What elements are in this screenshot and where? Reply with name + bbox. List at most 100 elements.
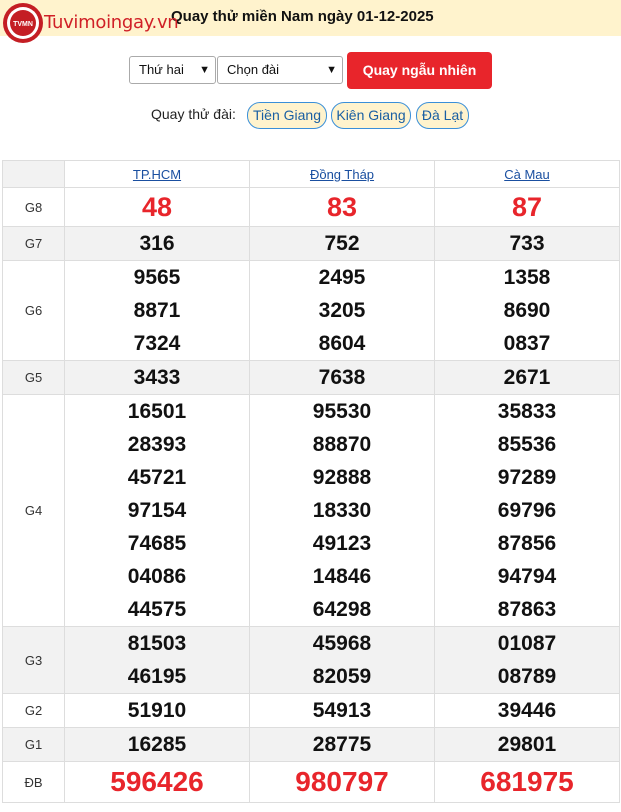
- prize-number: 1358: [503, 266, 551, 289]
- prize-number: 18330: [312, 499, 372, 522]
- prize-number: 28393: [127, 433, 187, 456]
- prize-label: G7: [2, 226, 65, 261]
- station-link[interactable]: TP.HCM: [133, 167, 181, 182]
- prize-cell: 733: [434, 226, 620, 261]
- prize-number: 2671: [503, 366, 551, 389]
- random-spin-button[interactable]: Quay ngẫu nhiên: [347, 52, 492, 89]
- prize-number: 44575: [127, 598, 187, 621]
- prize-cell: 681975: [434, 761, 620, 803]
- prize-number: 8604: [318, 332, 366, 355]
- day-select[interactable]: Thứ hai ▼: [129, 56, 216, 84]
- chevron-down-icon: ▼: [326, 64, 337, 76]
- table-row: G1 16285 28775 29801: [2, 727, 620, 762]
- quick-station-label: Quay thử đài:: [151, 106, 236, 122]
- prize-label: G2: [2, 693, 65, 728]
- prize-number: 64298: [312, 598, 372, 621]
- prize-number: 9565: [133, 266, 181, 289]
- prize-label: G6: [2, 260, 65, 361]
- table-row: G3 81503 46195 45968 82059 01087 08789: [2, 626, 620, 694]
- column-header: Cà Mau: [434, 160, 620, 188]
- prize-number: 980797: [295, 766, 389, 797]
- prize-cell: 01087 08789: [434, 626, 620, 694]
- prize-number: 97154: [127, 499, 187, 522]
- prize-number: 08789: [497, 665, 557, 688]
- station-pill[interactable]: Kiên Giang: [331, 102, 411, 129]
- prize-cell: 29801: [434, 727, 620, 762]
- site-logo-text[interactable]: Tuvimoingay.vn: [44, 12, 179, 33]
- prize-number: 94794: [497, 565, 557, 588]
- prize-cell: 3433: [64, 360, 250, 395]
- prize-number: 681975: [480, 766, 574, 797]
- prize-number: 596426: [110, 766, 204, 797]
- prize-cell: 980797: [249, 761, 435, 803]
- prize-label: G4: [2, 394, 65, 627]
- page-title: Quay thử miền Nam ngày 01-12-2025: [171, 8, 434, 25]
- prize-number: 97289: [497, 466, 557, 489]
- site-logo-icon[interactable]: TVMN: [2, 2, 44, 44]
- header-bar: TVMN Tuvimoingay.vn Quay thử miền Nam ng…: [0, 0, 621, 43]
- prize-cell: 316: [64, 226, 250, 261]
- table-row: G2 51910 54913 39446: [2, 693, 620, 728]
- prize-cell: 87: [434, 187, 620, 227]
- prize-cell: 752: [249, 226, 435, 261]
- prize-number: 16285: [127, 733, 187, 756]
- prize-number: 87: [511, 192, 543, 222]
- table-row: G4 16501 28393 45721 97154 74685 04086 44575 955…: [2, 394, 620, 627]
- logo-badge-text: TVMN: [13, 21, 33, 28]
- column-header: TP.HCM: [64, 160, 250, 188]
- prize-label: G1: [2, 727, 65, 762]
- chevron-down-icon: ▼: [199, 64, 210, 76]
- prize-number: 87863: [497, 598, 557, 621]
- prize-number: 46195: [127, 665, 187, 688]
- prize-number: 04086: [127, 565, 187, 588]
- prize-cell: 83: [249, 187, 435, 227]
- prize-number: 85536: [497, 433, 557, 456]
- table-row: G6 9565 8871 7324 2495 3205 8604 1358 8690 0837: [2, 260, 620, 361]
- prize-number: 87856: [497, 532, 557, 555]
- prize-label: G8: [2, 187, 65, 227]
- prize-number: 48: [141, 192, 173, 222]
- table-row: G5 3433 7638 2671: [2, 360, 620, 395]
- results-body: G8 48 83 87 G7 316 752 733 G6 9565 8871 7324 2495 320…: [2, 187, 620, 803]
- prize-number: 8871: [133, 299, 181, 322]
- prize-cell: 35833 85536 97289 69796 87856 94794 87863: [434, 394, 620, 627]
- prize-number: 69796: [497, 499, 557, 522]
- station-link[interactable]: Cà Mau: [504, 167, 550, 182]
- prize-number: 16501: [127, 400, 187, 423]
- table-header-row: TP.HCM Đồng Tháp Cà Mau: [2, 160, 620, 188]
- prize-number: 83: [326, 192, 358, 222]
- prize-cell: 54913: [249, 693, 435, 728]
- prize-number: 92888: [312, 466, 372, 489]
- prize-number: 74685: [127, 532, 187, 555]
- prize-cell: 48: [64, 187, 250, 227]
- prize-number: 35833: [497, 400, 557, 423]
- station-link[interactable]: Đồng Tháp: [310, 167, 374, 182]
- table-corner-cell: [2, 160, 65, 188]
- prize-number: 2495: [318, 266, 366, 289]
- prize-number: 7638: [318, 366, 366, 389]
- prize-cell: 7638: [249, 360, 435, 395]
- prize-number: 39446: [497, 699, 557, 722]
- prize-label: G3: [2, 626, 65, 694]
- prize-number: 7324: [133, 332, 181, 355]
- prize-cell: 9565 8871 7324: [64, 260, 250, 361]
- prize-number: 316: [139, 232, 175, 255]
- prize-number: 752: [324, 232, 360, 255]
- prize-cell: 51910: [64, 693, 250, 728]
- prize-number: 733: [509, 232, 545, 255]
- prize-cell: 16285: [64, 727, 250, 762]
- prize-number: 14846: [312, 565, 372, 588]
- prize-cell: 81503 46195: [64, 626, 250, 694]
- station-pill[interactable]: Đà Lạt: [416, 102, 469, 129]
- quick-station-bar: Quay thử đài: Tiền Giang Kiên Giang Đà L…: [0, 102, 621, 129]
- station-pill[interactable]: Tiền Giang: [247, 102, 327, 129]
- prize-number: 45721: [127, 466, 187, 489]
- prize-cell: 2671: [434, 360, 620, 395]
- table-row: G7 316 752 733: [2, 226, 620, 261]
- station-select[interactable]: Chọn đài ▼: [217, 56, 343, 84]
- prize-number: 88870: [312, 433, 372, 456]
- day-select-value: Thứ hai: [139, 62, 184, 77]
- prize-number: 3205: [318, 299, 366, 322]
- prize-number: 81503: [127, 632, 187, 655]
- prize-cell: 45968 82059: [249, 626, 435, 694]
